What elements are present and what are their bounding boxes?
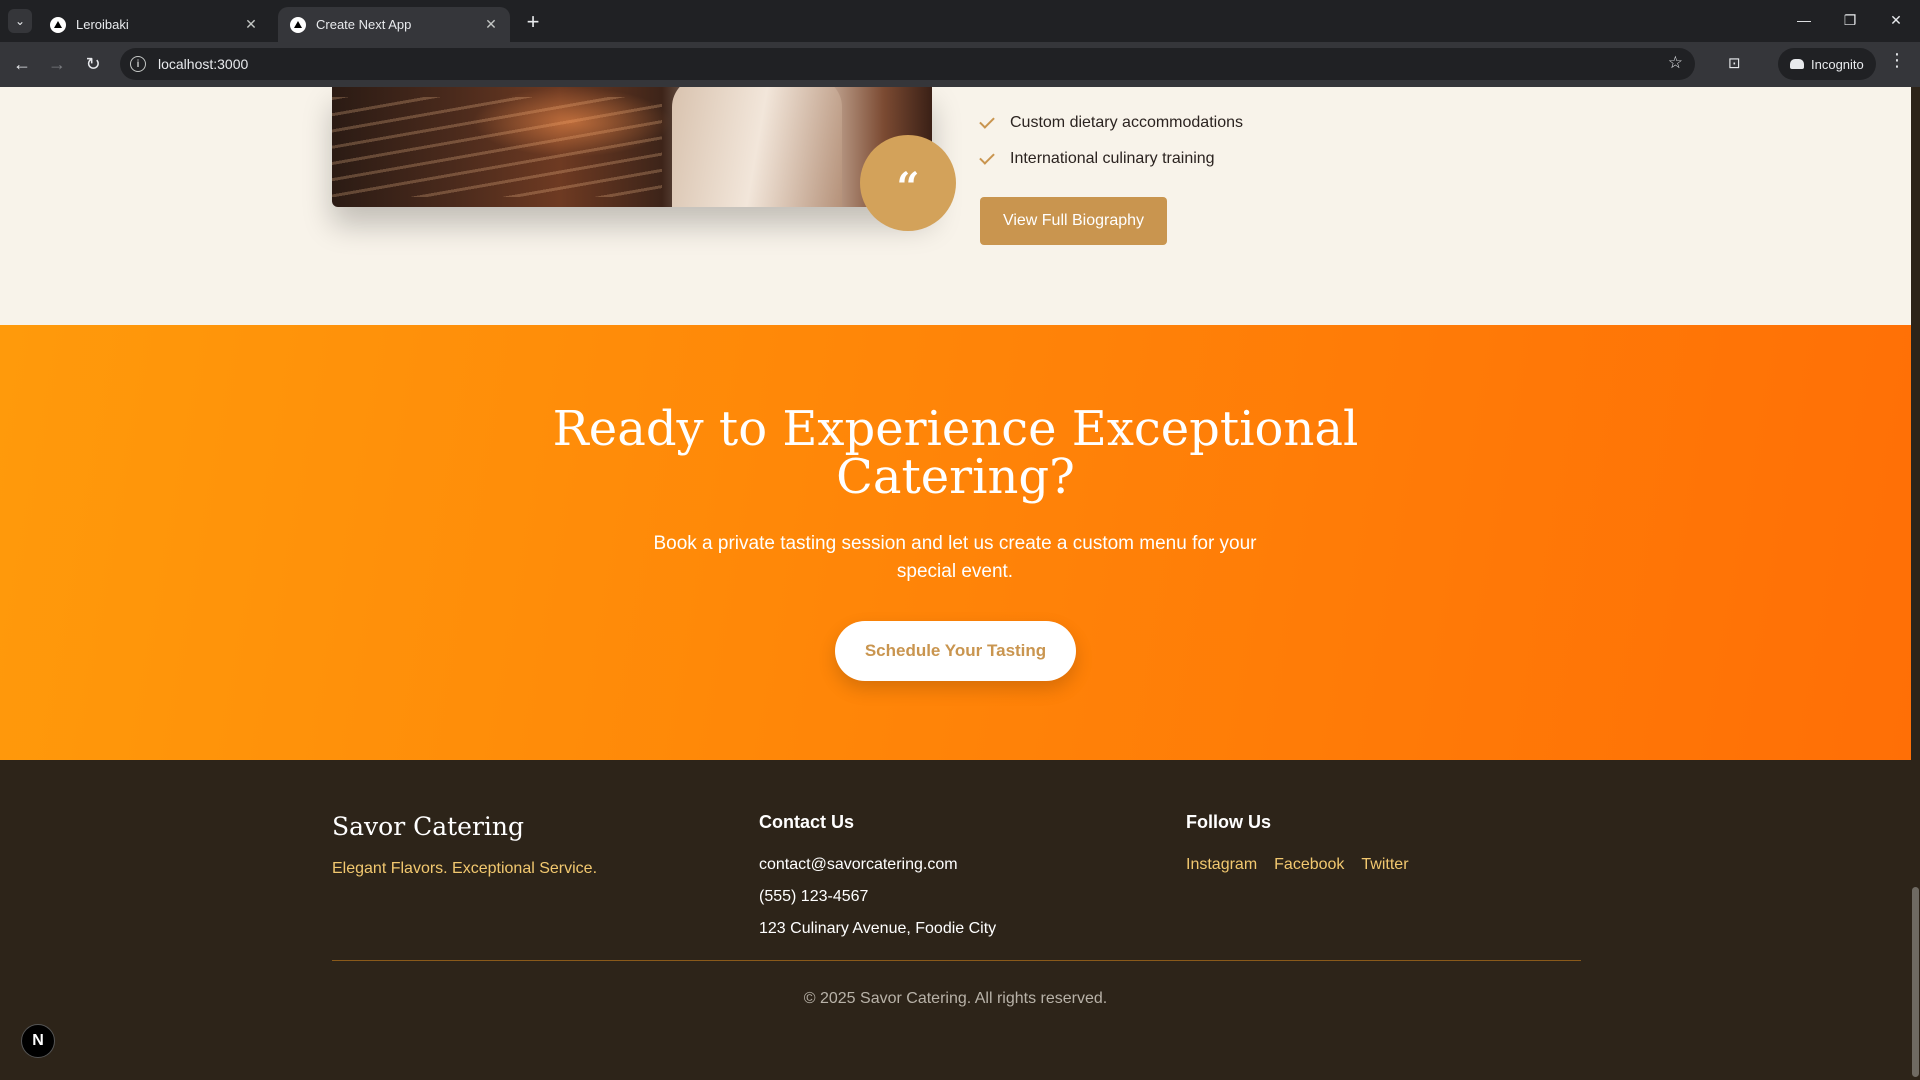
restore-icon[interactable]: ❐ [1827,0,1873,40]
browser-menu-icon[interactable]: ⋮ [1888,50,1906,71]
check-icon [979,113,995,129]
tab-create-next-app[interactable]: Create Next App ✕ [278,7,510,42]
footer-brand: Savor Catering [332,812,525,841]
twitter-link[interactable]: Twitter [1361,856,1408,874]
contact-email: contact@savorcatering.com [759,856,958,873]
vercel-favicon-icon [50,16,66,33]
chef-section: “ Custom dietary accommodations Internat… [0,87,1911,325]
scrollbar-thumb[interactable] [1912,887,1919,1077]
close-icon[interactable]: ✕ [242,16,260,34]
vercel-favicon-icon [290,16,306,33]
tab-leroibaki[interactable]: Leroibaki ✕ [38,7,270,42]
instagram-link[interactable]: Instagram [1186,856,1257,874]
cta-heading-line: Ready to Experience Exceptional [552,401,1359,457]
footer-divider [332,960,1581,961]
tab-title: Leroibaki [76,17,129,32]
new-tab-button[interactable]: + [520,9,546,35]
site-info-icon[interactable]: i [130,56,146,72]
view-full-biography-button[interactable]: View Full Biography [980,197,1167,245]
page-viewport: “ Custom dietary accommodations Internat… [0,87,1920,1080]
facebook-link[interactable]: Facebook [1274,856,1344,874]
copyright-text: © 2025 Savor Catering. All rights reserv… [803,990,1108,1007]
browser-chrome: ⌄ Leroibaki ✕ Create Next App ✕ + — ❐ ✕ … [0,0,1920,87]
tab-strip: ⌄ Leroibaki ✕ Create Next App ✕ + — ❐ ✕ [0,0,1920,42]
incognito-icon [1790,59,1804,69]
browser-toolbar: ← → ↻ i localhost:3000 ☆ ⊡ Incognito ⋮ [0,42,1920,87]
cta-heading: Ready to Experience Exceptional Catering… [0,405,1911,501]
schedule-tasting-button[interactable]: Schedule Your Tasting [835,621,1076,681]
page-content: “ Custom dietary accommodations Internat… [0,87,1911,1080]
tab-title: Create Next App [316,17,412,32]
list-item: International culinary training [979,141,1243,177]
feature-text: International culinary training [1010,150,1215,167]
minimize-icon[interactable]: — [1781,0,1827,40]
incognito-indicator[interactable]: Incognito [1778,48,1876,80]
tab-search-button[interactable]: ⌄ [8,9,32,33]
address-bar[interactable]: i localhost:3000 ☆ [120,48,1695,80]
contact-address: 123 Culinary Avenue, Foodie City [759,920,997,937]
forward-button[interactable]: → [42,49,72,79]
quote-icon: “ [860,135,956,231]
list-item: Custom dietary accommodations [979,105,1243,141]
reload-button[interactable]: ↻ [78,49,108,79]
url-text: localhost:3000 [158,56,249,72]
contact-phone: (555) 123-4567 [759,888,869,905]
cta-section: Ready to Experience Exceptional Catering… [0,325,1911,760]
incognito-label: Incognito [1811,56,1864,72]
site-footer: Savor Catering Elegant Flavors. Exceptio… [0,760,1911,1080]
cta-subtitle: Book a private tasting session and let u… [653,533,1257,582]
footer-tagline: Elegant Flavors. Exceptional Service. [332,860,598,877]
contact-heading: Contact Us [759,812,855,832]
follow-heading: Follow Us [1186,812,1271,832]
check-icon [979,149,995,165]
social-links: Instagram Facebook Twitter [1186,856,1409,874]
close-icon[interactable]: ✕ [482,16,500,34]
chef-photo [332,87,932,207]
window-close-icon[interactable]: ✕ [1873,0,1919,40]
cta-heading-line: Catering? [836,449,1075,505]
screenshot-lens-icon[interactable]: ⊡ [1728,54,1741,72]
feature-text: Custom dietary accommodations [1010,114,1243,131]
nextjs-dev-indicator-icon[interactable]: N [21,1024,55,1058]
chef-feature-list: Custom dietary accommodations Internatio… [979,105,1243,177]
back-button[interactable]: ← [7,49,37,79]
bookmark-star-icon[interactable]: ☆ [1668,53,1683,73]
